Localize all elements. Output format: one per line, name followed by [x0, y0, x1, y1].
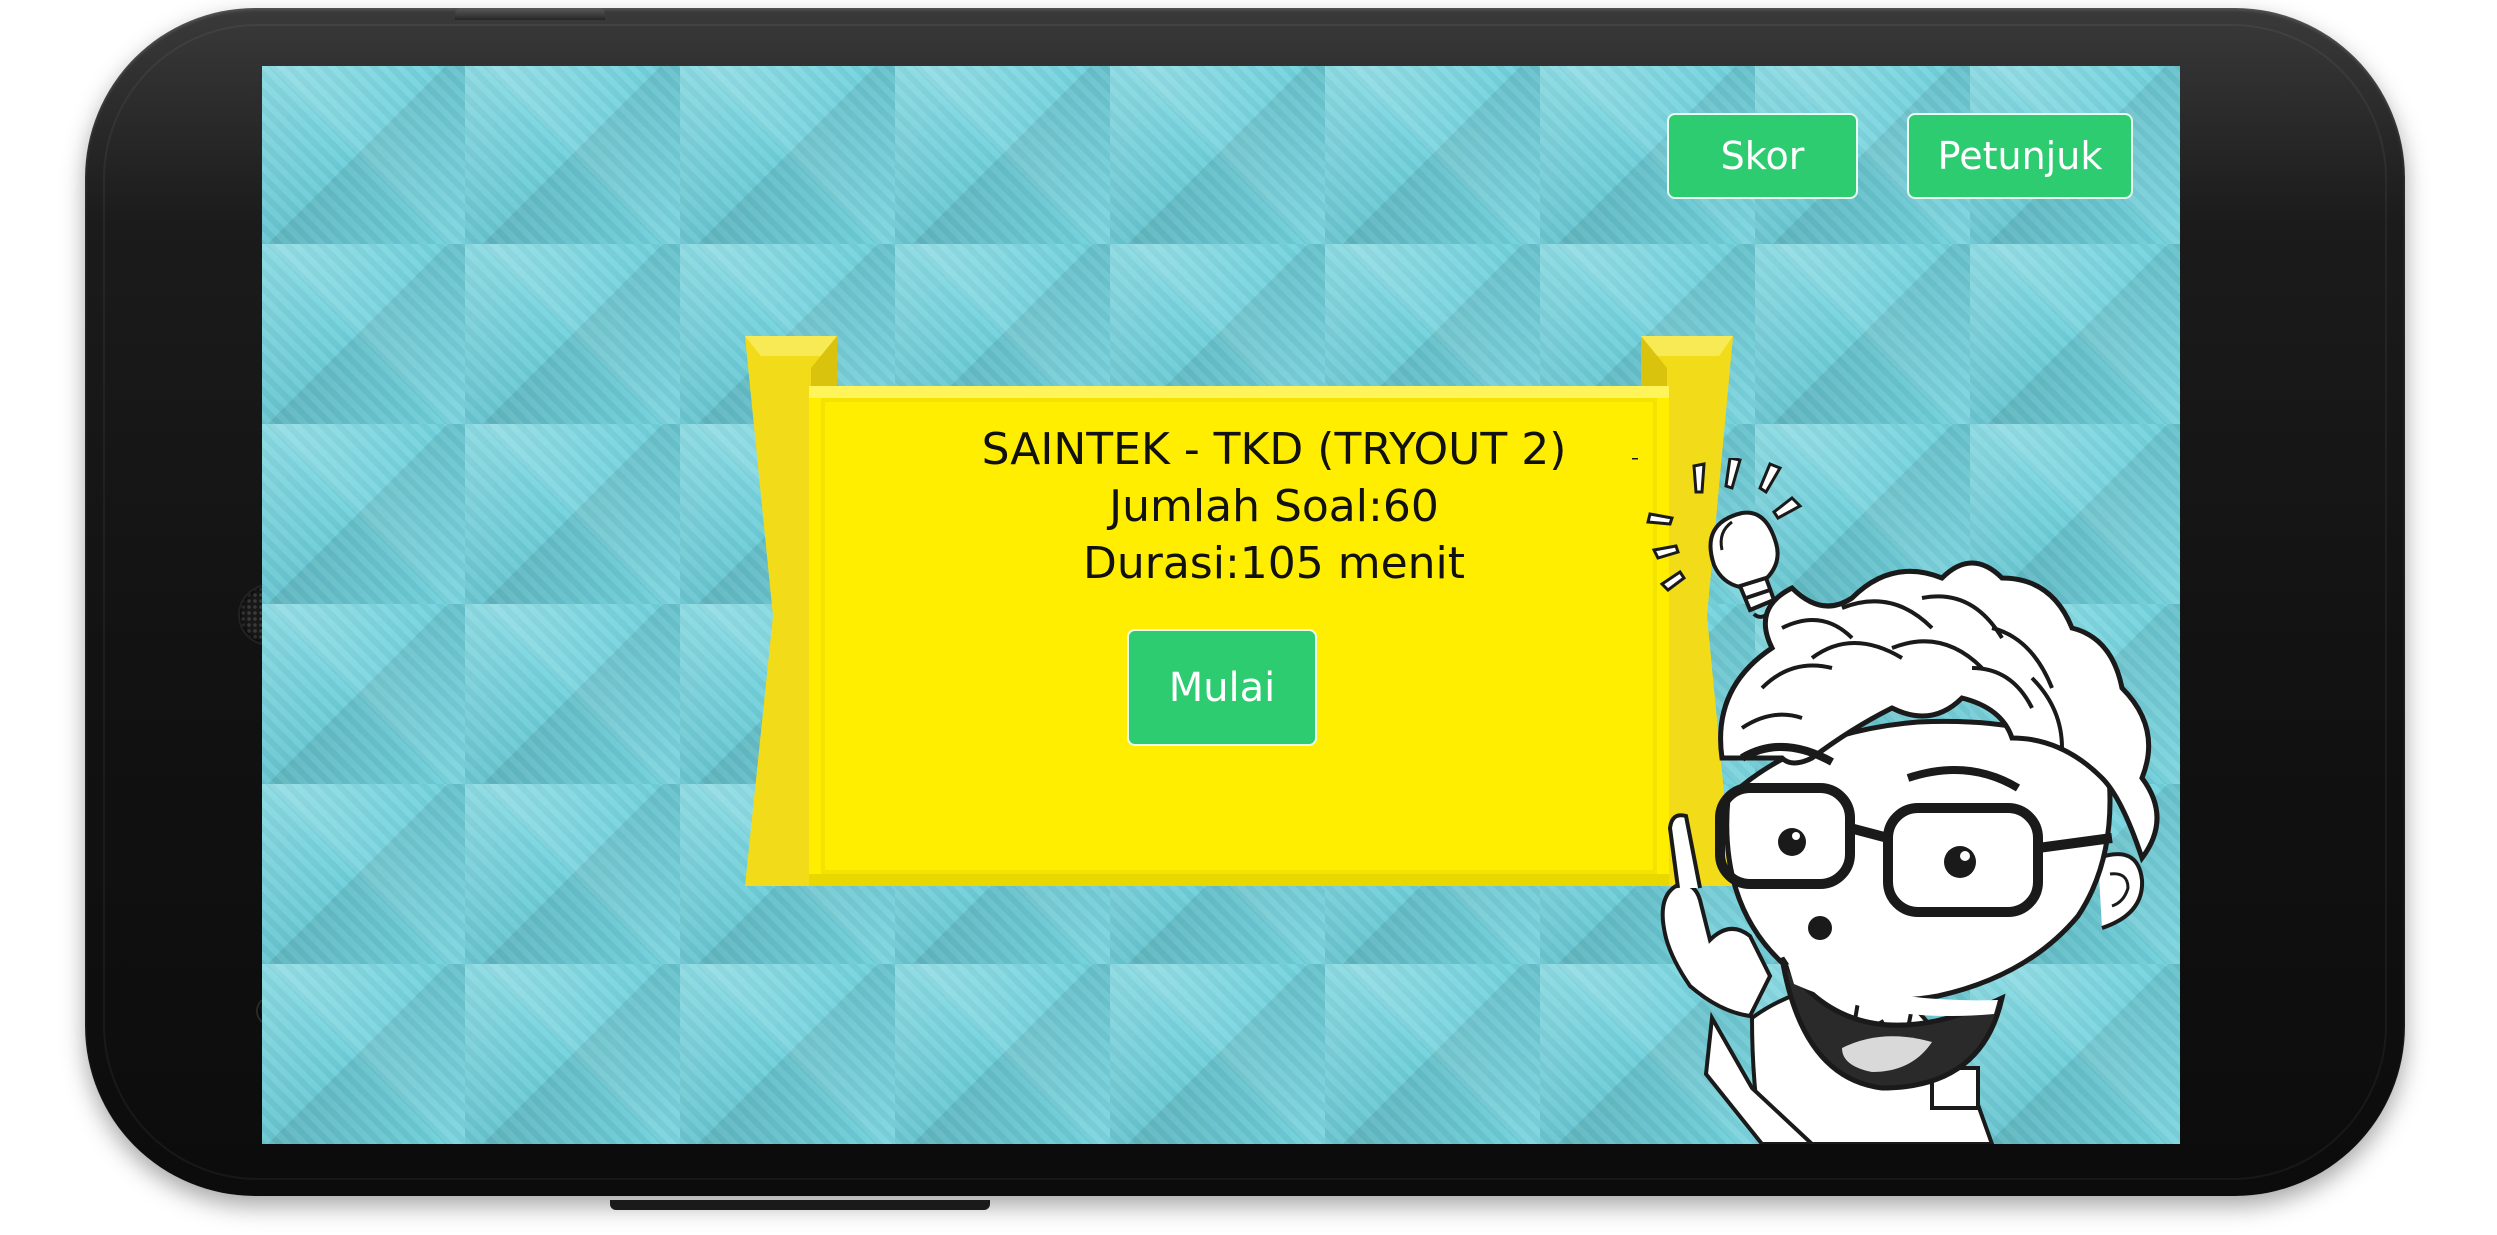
- power-button: [455, 8, 605, 20]
- quiz-info: SAINTEK - TKD (TRYOUT 2) Jumlah Soal:60 …: [804, 421, 1744, 592]
- quiz-duration: Durasi:105 menit: [1082, 538, 1466, 589]
- start-button[interactable]: Mulai: [1127, 629, 1317, 746]
- help-button[interactable]: Petunjuk: [1907, 113, 2133, 199]
- volume-button: [610, 1200, 990, 1210]
- lightbulb-icon: [1708, 510, 1780, 619]
- quiz-title: SAINTEK - TKD (TRYOUT 2): [981, 424, 1567, 475]
- score-button[interactable]: Skor: [1667, 113, 1858, 199]
- app-screen: Skor Petunjuk SAINTEK - TKD (TRYOUT 2) J…: [262, 66, 2180, 1144]
- idea-boy-illustration: [1632, 458, 2160, 1144]
- question-count: Jumlah Soal:60: [1109, 481, 1439, 532]
